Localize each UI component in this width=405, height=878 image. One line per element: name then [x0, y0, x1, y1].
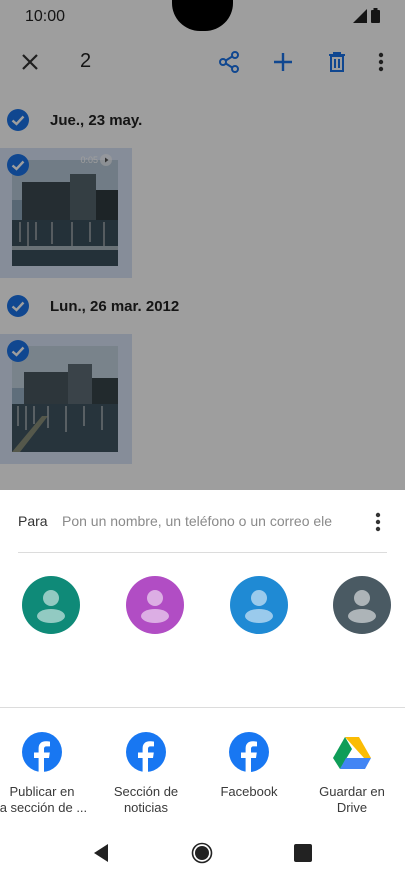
- share-more-button[interactable]: [368, 510, 388, 534]
- share-target-label: Sección de noticias: [113, 784, 179, 815]
- contact-avatar[interactable]: [22, 576, 80, 634]
- person-icon: [333, 576, 391, 634]
- divider: [18, 552, 387, 553]
- share-target-drive[interactable]: Guardar en Drive: [300, 732, 404, 816]
- share-target-label: Publicar en la sección de ...: [0, 784, 88, 815]
- home-button[interactable]: [189, 840, 215, 866]
- back-icon: [94, 844, 108, 862]
- contact-avatar[interactable]: [230, 576, 288, 634]
- facebook-icon: [126, 732, 166, 772]
- recents-icon: [294, 844, 312, 862]
- share-target-facebook[interactable]: Facebook: [197, 732, 301, 800]
- contact-avatar[interactable]: [126, 576, 184, 634]
- facebook-icon: [229, 732, 269, 772]
- recents-button[interactable]: [290, 840, 316, 866]
- person-icon: [230, 576, 288, 634]
- more-vert-icon: [375, 512, 381, 532]
- divider: [0, 707, 405, 708]
- recipient-label: Para: [18, 513, 48, 529]
- share-target-news-feed[interactable]: Sección de noticias: [94, 732, 198, 816]
- share-sheet: Para Publicar en la sección de ... Secci…: [0, 490, 405, 878]
- sheet-scrim[interactable]: [0, 0, 405, 490]
- contact-avatar[interactable]: [333, 576, 391, 634]
- back-button[interactable]: [88, 840, 114, 866]
- share-target-label: Facebook: [220, 784, 278, 799]
- recipient-input[interactable]: [62, 511, 367, 531]
- share-target-facebook-page[interactable]: Publicar en la sección de ...: [0, 732, 94, 816]
- system-navigation-bar: [0, 830, 405, 878]
- home-icon: [191, 842, 213, 864]
- google-drive-icon: [333, 737, 371, 769]
- share-target-label: Guardar en Drive: [319, 784, 385, 815]
- facebook-icon: [22, 732, 62, 772]
- person-icon: [22, 576, 80, 634]
- person-icon: [126, 576, 184, 634]
